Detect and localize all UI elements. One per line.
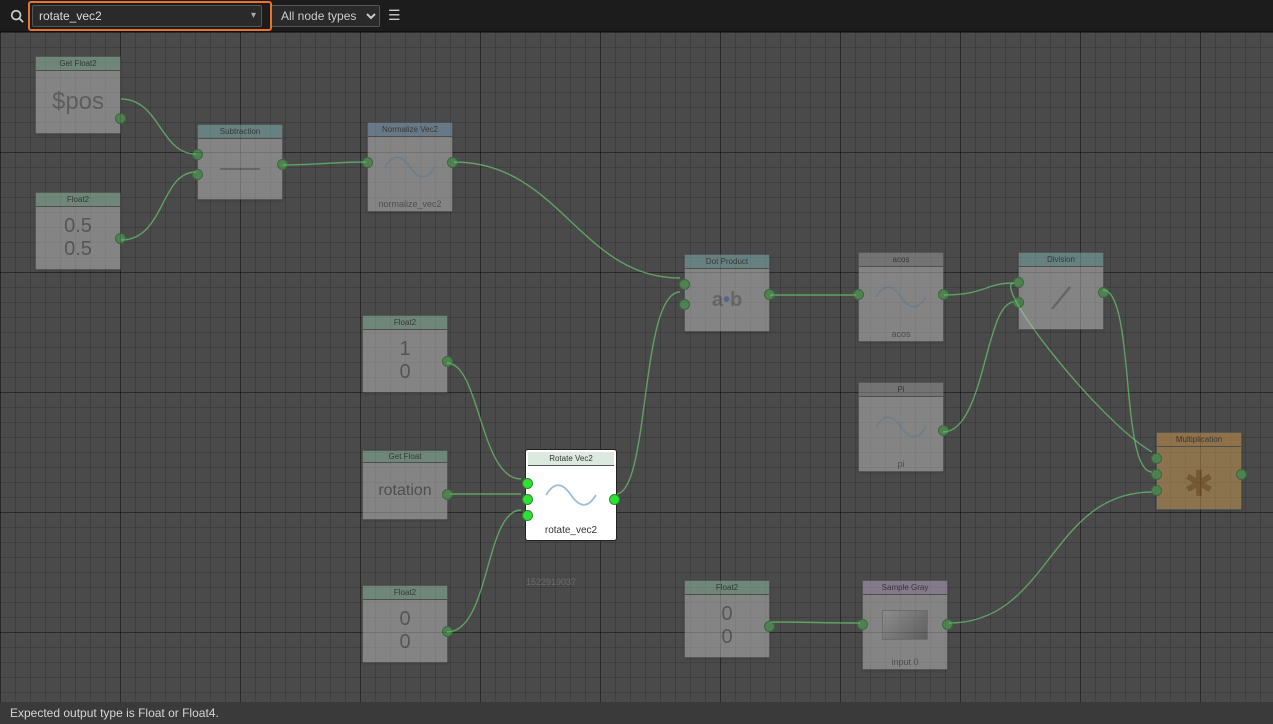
output-port[interactable] [115,233,126,244]
node-header: Float2 [685,581,769,595]
input-port[interactable] [522,478,533,489]
node-header: Pi [859,383,943,397]
value-2: 0 [399,631,410,654]
node-footer: rotate_vec2 [528,523,614,538]
output-port[interactable] [442,356,453,367]
node-body-text: $pos [52,88,104,116]
node-header: Float2 [36,193,120,207]
output-port[interactable] [442,489,453,500]
node-pi[interactable]: Pi pi [858,382,944,472]
node-header: Dot Product [685,255,769,269]
input-port[interactable] [1151,469,1162,480]
input-port[interactable] [192,169,203,180]
input-port[interactable] [522,510,533,521]
output-port[interactable] [942,619,953,630]
node-float2-a[interactable]: Float2 0.5 0.5 [35,192,121,270]
node-header: Get Float2 [36,57,120,71]
node-footer: normalize_vec2 [368,197,452,211]
node-canvas[interactable] [0,32,1273,724]
slash-icon [1044,281,1078,315]
dot-icon: a•b [712,289,742,312]
value-2: 0 [721,626,732,649]
node-header: Division [1019,253,1103,267]
node-get-float2[interactable]: Get Float2 $pos [35,56,121,134]
node-header: Float2 [363,316,447,330]
search-field-wrap: ▾ [32,5,262,27]
output-port[interactable] [938,289,949,300]
node-header: Sample Gray [863,581,947,595]
node-float2-c[interactable]: Float2 0 0 [362,585,448,663]
node-float2-b[interactable]: Float2 1 0 [362,315,448,393]
node-header: Multiplication [1157,433,1241,447]
output-port[interactable] [764,289,775,300]
value-1: 0 [399,608,410,631]
node-header: acos [859,253,943,267]
node-header: Rotate Vec2 [528,452,614,466]
node-footer: input 0 [863,655,947,669]
sine-icon [874,281,928,313]
input-port[interactable] [1013,277,1024,288]
output-port[interactable] [442,626,453,637]
input-port[interactable] [679,279,690,290]
asterisk-icon: ✱ [1184,461,1214,495]
output-port[interactable] [609,494,620,505]
output-port[interactable] [938,425,949,436]
node-footer: pi [859,457,943,471]
gradient-icon [882,610,928,640]
value-2: 0.5 [64,238,92,261]
node-sample-gray[interactable]: Sample Gray input 0 [862,580,948,670]
status-text: Expected output type is Float or Float4. [10,706,219,720]
node-acos[interactable]: acos acos [858,252,944,342]
input-port[interactable] [857,619,868,630]
node-normalize-vec2[interactable]: Normalize Vec2 normalize_vec2 [367,122,453,212]
output-port[interactable] [447,157,458,168]
output-port[interactable] [115,113,126,124]
value-2: 0 [399,361,410,384]
sine-icon [874,411,928,443]
search-input[interactable] [32,5,262,27]
node-id-caption: 1522919037 [526,574,576,587]
minus-icon [220,168,260,170]
input-port[interactable] [853,289,864,300]
node-subtraction[interactable]: Subtraction [197,124,283,200]
input-port[interactable] [362,157,373,168]
node-dot-product[interactable]: Dot Product a•b [684,254,770,332]
search-icon [10,9,24,23]
input-port[interactable] [522,494,533,505]
status-bar: Expected output type is Float or Float4. [0,702,1273,724]
value-1: 1 [399,338,410,361]
menu-icon[interactable]: ☰ [388,7,401,24]
sine-icon [383,151,437,183]
sine-icon [544,479,598,511]
node-multiplication[interactable]: Multiplication ✱ [1156,432,1242,510]
node-division[interactable]: Division [1018,252,1104,330]
value-1: 0 [721,603,732,626]
output-port[interactable] [1236,469,1247,480]
node-footer: acos [859,327,943,341]
output-port[interactable] [277,159,288,170]
node-header: Get Float [363,451,447,463]
value-1: 0.5 [64,215,92,238]
input-port[interactable] [679,299,690,310]
node-body-text: rotation [378,482,431,500]
input-port[interactable] [1151,453,1162,464]
node-type-filter[interactable]: All node types [270,5,380,27]
toolbar: ▾ All node types ☰ [0,0,1273,32]
node-header: Subtraction [198,125,282,139]
node-header: Normalize Vec2 [368,123,452,137]
input-port[interactable] [1151,485,1162,496]
node-float2-d[interactable]: Float2 0 0 [684,580,770,658]
output-port[interactable] [764,621,775,632]
node-header: Float2 [363,586,447,600]
output-port[interactable] [1098,287,1109,298]
node-rotate-vec2[interactable]: Rotate Vec2 rotate_vec2 [526,450,616,540]
input-port[interactable] [1013,297,1024,308]
input-port[interactable] [192,149,203,160]
node-get-float[interactable]: Get Float rotation [362,450,448,520]
